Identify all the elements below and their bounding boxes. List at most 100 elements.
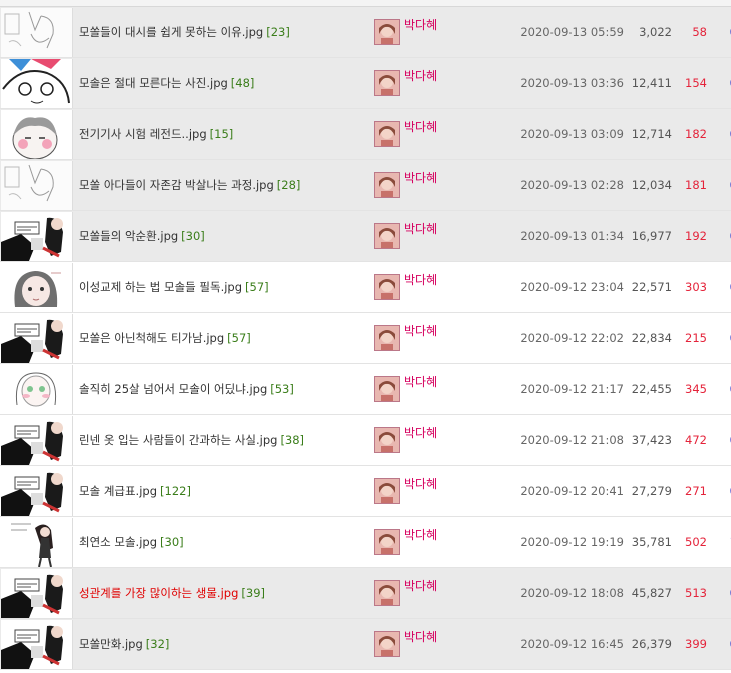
table-row[interactable]: 린넨 옷 입는 사람들이 간과하는 사실.jpg [38] 박다혜 2020-09…: [0, 414, 731, 466]
author-name[interactable]: 박다혜: [404, 273, 437, 287]
post-date: 2020-09-12 23:04: [517, 261, 624, 313]
author-cell: 박다혜: [369, 363, 517, 415]
table-row[interactable]: 모쏠만화.jpg [32] 박다혜 2020-09-12 16:45 26,379…: [0, 618, 731, 670]
like-count: 303: [672, 261, 707, 313]
author-name[interactable]: 박다혜: [404, 171, 437, 185]
thumbnail-cell: [0, 516, 73, 568]
author-name[interactable]: 박다혜: [404, 120, 437, 134]
author-name[interactable]: 박다혜: [404, 579, 437, 593]
post-title[interactable]: 모솔은 절대 모른다는 사진.jpg: [79, 76, 228, 90]
post-title[interactable]: 성관계를 가장 많이하는 생물.jpg: [79, 586, 238, 600]
comment-count[interactable]: [28]: [277, 178, 301, 192]
avatar[interactable]: [374, 580, 400, 606]
table-row[interactable]: 이성교제 하는 법 모솔들 필독.jpg [57] 박다혜 2020-09-12 …: [0, 261, 731, 313]
post-thumbnail[interactable]: [1, 619, 73, 669]
author-cell: 박다혜: [369, 618, 517, 670]
table-row[interactable]: 모쏠은 아닌척해도 티가남.jpg [57] 박다혜 2020-09-12 22:…: [0, 312, 731, 364]
post-thumbnail[interactable]: [1, 211, 73, 261]
comment-count[interactable]: [48]: [231, 76, 255, 90]
author-name[interactable]: 박다혜: [404, 528, 437, 542]
like-count: 271: [672, 465, 707, 517]
author-name[interactable]: 박다혜: [404, 69, 437, 83]
like-count: 181: [672, 159, 707, 211]
post-thumbnail[interactable]: [1, 364, 73, 414]
comment-count[interactable]: [38]: [280, 433, 304, 447]
table-row[interactable]: 모솔 계급표.jpg [122] 박다혜 2020-09-12 20:41 27,…: [0, 465, 731, 517]
table-row[interactable]: 성관계를 가장 많이하는 생물.jpg [39] 박다혜 2020-09-12 1…: [0, 567, 731, 619]
author-cell: 박다혜: [369, 312, 517, 364]
like-count: 513: [672, 567, 707, 619]
comment-count[interactable]: [39]: [241, 586, 265, 600]
like-count: 215: [672, 312, 707, 364]
avatar[interactable]: [374, 427, 400, 453]
avatar[interactable]: [374, 274, 400, 300]
avatar[interactable]: [374, 529, 400, 555]
thumbnail-cell: [0, 618, 73, 670]
post-thumbnail[interactable]: [1, 517, 73, 567]
post-title[interactable]: 모솔 계급표.jpg: [79, 484, 157, 498]
avatar[interactable]: [374, 478, 400, 504]
comment-count[interactable]: [23]: [266, 25, 290, 39]
comment-count[interactable]: [30]: [181, 229, 205, 243]
table-row[interactable]: 모솔은 절대 모른다는 사진.jpg [48] 박다혜 2020-09-13 03…: [0, 57, 731, 109]
post-thumbnail[interactable]: [1, 313, 73, 363]
view-count: 45,827: [624, 567, 672, 619]
avatar[interactable]: [374, 223, 400, 249]
post-thumbnail[interactable]: [1, 109, 73, 159]
author-name[interactable]: 박다혜: [404, 324, 437, 338]
avatar[interactable]: [374, 376, 400, 402]
post-title[interactable]: 최연소 모솔.jpg: [79, 535, 157, 549]
table-row[interactable]: 모쏠들의 악순환.jpg [30] 박다혜 2020-09-13 01:34 16…: [0, 210, 731, 262]
list-header: [0, 0, 731, 7]
post-title[interactable]: 모쏠 아다들이 자존감 박살나는 과정.jpg: [79, 178, 274, 192]
dislike-count: 0: [707, 57, 731, 109]
avatar[interactable]: [374, 121, 400, 147]
post-title[interactable]: 모쏠들이 대시를 쉽게 못하는 이유.jpg: [79, 25, 263, 39]
avatar[interactable]: [374, 70, 400, 96]
title-cell: 전기기사 시험 레전드..jpg [15]: [73, 108, 369, 160]
post-title[interactable]: 솔직히 25살 넘어서 모솔이 어딨냐.jpg: [79, 382, 267, 396]
post-thumbnail[interactable]: [1, 466, 73, 516]
author-name[interactable]: 박다혜: [404, 375, 437, 389]
post-thumbnail[interactable]: [1, 415, 73, 465]
comment-count[interactable]: [32]: [146, 637, 170, 651]
post-title[interactable]: 린넨 옷 입는 사람들이 간과하는 사실.jpg: [79, 433, 277, 447]
title-cell: 솔직히 25살 넘어서 모솔이 어딨냐.jpg [53]: [73, 363, 369, 415]
avatar[interactable]: [374, 325, 400, 351]
post-date: 2020-09-13 03:09: [517, 108, 624, 160]
avatar[interactable]: [374, 631, 400, 657]
comment-count[interactable]: [30]: [160, 535, 184, 549]
comment-count[interactable]: [57]: [227, 331, 251, 345]
post-thumbnail[interactable]: [1, 262, 73, 312]
like-count: 154: [672, 57, 707, 109]
post-title[interactable]: 이성교제 하는 법 모솔들 필독.jpg: [79, 280, 242, 294]
view-count: 35,781: [624, 516, 672, 568]
table-row[interactable]: 전기기사 시험 레전드..jpg [15] 박다혜 2020-09-13 03:0…: [0, 108, 731, 160]
author-name[interactable]: 박다혜: [404, 477, 437, 491]
post-title[interactable]: 모쏠은 아닌척해도 티가남.jpg: [79, 331, 224, 345]
author-name[interactable]: 박다혜: [404, 222, 437, 236]
table-row[interactable]: 모쏠 아다들이 자존감 박살나는 과정.jpg [28] 박다혜 2020-09-…: [0, 159, 731, 211]
author-name[interactable]: 박다혜: [404, 630, 437, 644]
comment-count[interactable]: [53]: [270, 382, 294, 396]
table-row[interactable]: 최연소 모솔.jpg [30] 박다혜 2020-09-12 19:19 35,7…: [0, 516, 731, 568]
post-title[interactable]: 전기기사 시험 레전드..jpg: [79, 127, 207, 141]
author-name[interactable]: 박다혜: [404, 18, 437, 32]
post-title[interactable]: 모쏠들의 악순환.jpg: [79, 229, 178, 243]
post-thumbnail[interactable]: [1, 7, 73, 57]
title-cell: 최연소 모솔.jpg [30]: [73, 516, 369, 568]
avatar[interactable]: [374, 172, 400, 198]
post-thumbnail[interactable]: [1, 568, 73, 618]
dislike-count: 0: [707, 312, 731, 364]
comment-count[interactable]: [57]: [245, 280, 269, 294]
author-cell: 박다혜: [369, 261, 517, 313]
post-thumbnail[interactable]: [1, 160, 73, 210]
table-row[interactable]: 모쏠들이 대시를 쉽게 못하는 이유.jpg [23] 박다혜 2020-09-1…: [0, 7, 731, 58]
post-thumbnail[interactable]: [1, 58, 73, 108]
table-row[interactable]: 솔직히 25살 넘어서 모솔이 어딨냐.jpg [53] 박다혜 2020-09-…: [0, 363, 731, 415]
comment-count[interactable]: [15]: [210, 127, 234, 141]
comment-count[interactable]: [122]: [160, 484, 191, 498]
author-name[interactable]: 박다혜: [404, 426, 437, 440]
post-title[interactable]: 모쏠만화.jpg: [79, 637, 143, 651]
avatar[interactable]: [374, 19, 400, 45]
